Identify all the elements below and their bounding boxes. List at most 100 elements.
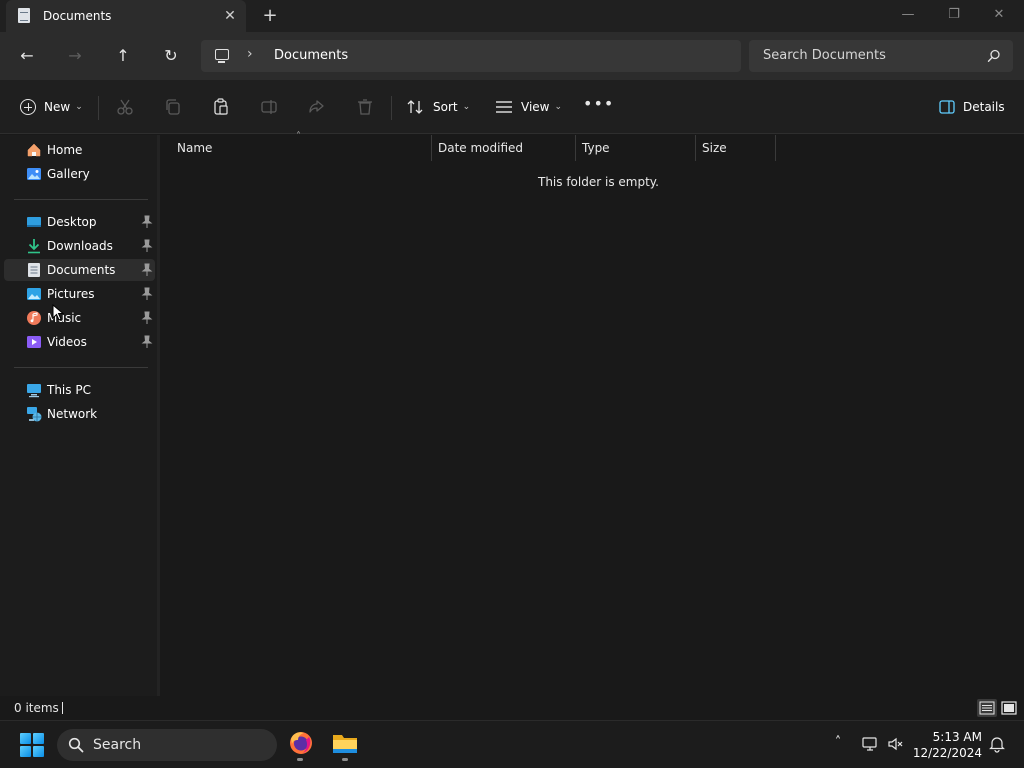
sidebar-item-label: Home	[47, 143, 83, 157]
windows-logo-tile	[20, 746, 31, 757]
title-bar: Documents ✕ + — ❐ ✕	[0, 0, 1024, 32]
this-pc-icon[interactable]	[215, 49, 229, 63]
status-divider	[62, 702, 63, 714]
file-list[interactable]: Name ˄ Date modified Type Size This fold…	[160, 131, 1024, 696]
show-hidden-icons-chevron-icon[interactable]: ˄	[829, 735, 847, 753]
sort-label: Sort	[433, 100, 458, 114]
taskbar-search[interactable]: Search	[57, 729, 277, 761]
sidebar-item-label: Gallery	[47, 167, 90, 181]
address-bar[interactable]: › Documents	[201, 40, 741, 72]
start-button[interactable]	[20, 733, 44, 757]
running-indicator	[297, 758, 303, 761]
more-options-icon[interactable]: •••	[583, 94, 613, 118]
pin-icon[interactable]	[141, 311, 153, 325]
new-label: New	[44, 100, 71, 114]
column-header-name[interactable]: Name ˄	[160, 131, 432, 161]
taskbar: Search ˄ 5:13 AM 12/22/2024	[0, 720, 1024, 768]
desktop-icon	[27, 217, 41, 227]
column-header-type[interactable]: Type	[576, 135, 696, 161]
windows-logo-tile	[33, 733, 44, 744]
volume-muted-icon[interactable]	[887, 735, 905, 753]
command-bar: New ⌄ Sort ⌄ View ⌄ ••• Details	[0, 80, 1024, 134]
status-bar: 0 items	[0, 696, 1024, 720]
back-button[interactable]: ←	[14, 44, 40, 68]
column-header-size[interactable]: Size	[696, 135, 776, 161]
view-button[interactable]: View ⌄	[495, 97, 562, 117]
sidebar-item-videos[interactable]: Videos	[4, 331, 155, 353]
sidebar-divider	[14, 367, 148, 368]
sidebar-item-this-pc[interactable]: This PC	[4, 379, 155, 401]
videos-icon	[27, 336, 41, 348]
column-divider[interactable]	[775, 135, 776, 161]
up-button[interactable]: ↑	[110, 44, 136, 68]
pin-icon[interactable]	[141, 263, 153, 277]
pin-icon[interactable]	[141, 239, 153, 253]
copy-icon[interactable]	[163, 97, 183, 117]
network-status-icon[interactable]	[861, 735, 879, 753]
tab-documents[interactable]: Documents ✕	[6, 0, 246, 32]
toolbar-divider	[391, 96, 392, 120]
taskbar-app-firefox[interactable]	[285, 729, 317, 761]
search-input[interactable]: Search Documents	[749, 40, 1013, 72]
paste-icon[interactable]	[211, 97, 231, 117]
sidebar-item-label: Pictures	[47, 287, 95, 301]
pictures-icon	[27, 288, 41, 300]
network-icon	[27, 407, 42, 422]
sidebar-item-home[interactable]: Home	[4, 139, 155, 161]
chevron-down-icon: ⌄	[75, 102, 83, 112]
pin-icon[interactable]	[141, 335, 153, 349]
running-indicator	[342, 758, 348, 761]
tab-close-icon[interactable]: ✕	[220, 6, 240, 26]
details-view-icon[interactable]	[977, 699, 997, 717]
column-header-date-modified[interactable]: Date modified	[432, 135, 576, 161]
item-count: 0 items	[14, 701, 59, 715]
plus-circle-icon	[20, 99, 36, 115]
delete-icon[interactable]	[355, 97, 375, 117]
breadcrumb-chevron-icon[interactable]: ›	[247, 46, 253, 62]
breadcrumb-documents[interactable]: Documents	[274, 48, 348, 63]
sidebar-item-network[interactable]: Network	[4, 403, 155, 425]
music-icon	[27, 311, 41, 325]
details-pane-button[interactable]: Details	[939, 97, 1005, 117]
maximize-button[interactable]: ❐	[931, 0, 977, 30]
new-tab-button[interactable]: +	[258, 6, 282, 28]
share-icon[interactable]	[307, 97, 327, 117]
sidebar-divider	[14, 199, 148, 200]
sidebar-item-desktop[interactable]: Desktop	[4, 211, 155, 233]
sidebar-item-label: Documents	[47, 263, 116, 277]
taskbar-app-file-explorer[interactable]	[329, 729, 361, 761]
search-icon[interactable]	[987, 49, 1001, 63]
sort-icon	[407, 100, 423, 114]
forward-button[interactable]: →	[62, 44, 88, 68]
sidebar-item-gallery[interactable]: Gallery	[4, 163, 155, 185]
firefox-icon	[290, 732, 312, 754]
clock-time: 5:13 AM	[932, 730, 982, 744]
gallery-icon	[27, 168, 41, 180]
rename-icon[interactable]	[259, 97, 279, 117]
sidebar-item-downloads[interactable]: Downloads	[4, 235, 155, 257]
new-button[interactable]: New ⌄	[20, 97, 83, 117]
tiles-view-icon[interactable]	[999, 699, 1019, 717]
notification-bell-icon[interactable]	[988, 735, 1006, 753]
sidebar-item-pictures[interactable]: Pictures	[4, 283, 155, 305]
minimize-button[interactable]: —	[885, 0, 931, 30]
pin-icon[interactable]	[141, 215, 153, 229]
downloads-icon	[28, 239, 40, 254]
this-pc-icon	[27, 384, 41, 398]
empty-folder-message: This folder is empty.	[538, 175, 659, 189]
cut-icon[interactable]	[115, 97, 135, 117]
column-label: Name	[177, 141, 213, 155]
search-placeholder: Search Documents	[763, 48, 886, 63]
sort-button[interactable]: Sort ⌄	[407, 97, 470, 117]
refresh-button[interactable]: ↻	[158, 44, 184, 68]
sidebar-item-music[interactable]: Music	[4, 307, 155, 329]
clock-date: 12/22/2024	[912, 746, 982, 760]
sort-ascending-icon: ˄	[296, 131, 301, 142]
pin-icon[interactable]	[141, 287, 153, 301]
sidebar-item-label: This PC	[47, 383, 91, 397]
close-button[interactable]: ✕	[976, 0, 1022, 30]
details-pane-icon	[939, 100, 955, 114]
system-clock[interactable]: 5:13 AM 12/22/2024	[910, 729, 982, 761]
sidebar-item-documents[interactable]: Documents	[4, 259, 155, 281]
search-icon	[68, 737, 84, 753]
